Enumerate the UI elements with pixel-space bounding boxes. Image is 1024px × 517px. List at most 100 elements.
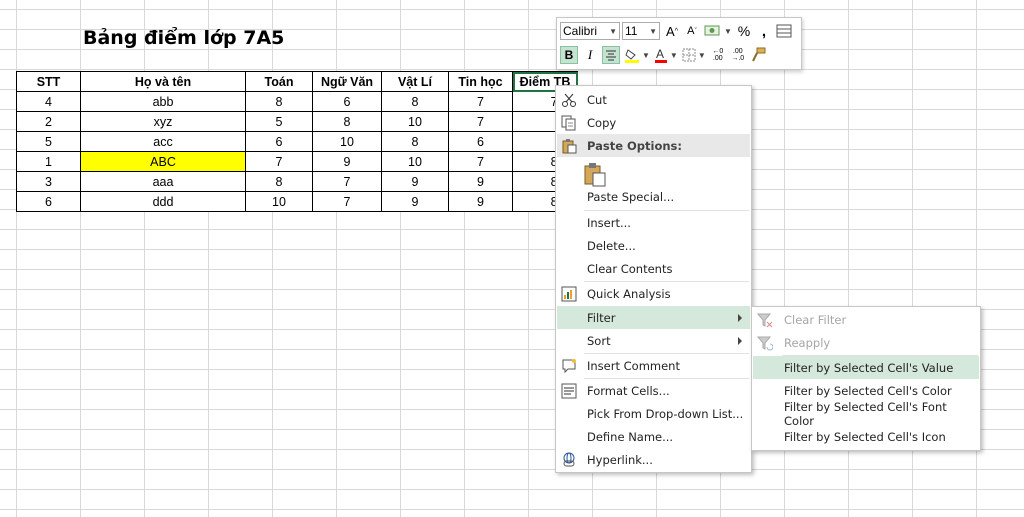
bold-button[interactable]: B (560, 46, 578, 64)
menu-item-copy[interactable]: Copy (557, 111, 750, 134)
paste-options-header: Paste Options: (557, 134, 750, 157)
mini-toolbar-row-1: Calibri ▼ 11 ▼ A ^ Aˇ ▼ % , (560, 21, 792, 41)
menu-item-format-cells[interactable]: Format Cells... (557, 379, 750, 402)
italic-button[interactable]: I (582, 46, 598, 64)
menu-item-filter[interactable]: Filter (557, 306, 750, 329)
paint-bucket-icon (625, 49, 639, 63)
cell[interactable]: 10 (381, 151, 449, 172)
font-name-select[interactable]: Calibri ▼ (560, 22, 620, 40)
cell[interactable]: acc (80, 131, 246, 152)
menu-item-insert[interactable]: Insert... (557, 211, 750, 234)
borders-button[interactable]: ▼ (682, 46, 706, 64)
submenu-item-clear-filter[interactable]: Clear Filter (753, 308, 979, 331)
cell[interactable]: 10 (245, 191, 313, 212)
cell[interactable]: 3 (16, 171, 81, 192)
format-table-button[interactable] (776, 22, 792, 40)
cell[interactable]: 6 (16, 191, 81, 212)
header-informatics[interactable]: Tin học (448, 71, 513, 92)
cell[interactable]: 2 (16, 111, 81, 132)
menu-item-insert-comment[interactable]: Insert Comment (557, 354, 750, 377)
menu-item-pick-from-dropdown[interactable]: Pick From Drop-down List... (557, 402, 750, 425)
cell[interactable]: 6 (312, 91, 382, 112)
cell[interactable]: 7 (448, 91, 513, 112)
cell[interactable]: 9 (381, 171, 449, 192)
format-painter-button[interactable] (750, 46, 766, 64)
submenu-arrow-icon (738, 336, 742, 345)
cell[interactable]: 7 (312, 171, 382, 192)
cell[interactable]: 5 (16, 131, 81, 152)
increase-decimal-button[interactable]: ←0 .00 (710, 46, 726, 64)
cell[interactable]: 8 (381, 131, 449, 152)
increase-decimal-icon: ←0 (712, 48, 724, 55)
cell[interactable]: 9 (448, 171, 513, 192)
menu-item-clear-contents[interactable]: Clear Contents (557, 257, 750, 280)
down-caret-icon: ˇ (694, 27, 697, 35)
cell[interactable]: 4 (16, 91, 81, 112)
cell[interactable]: 7 (448, 151, 513, 172)
cell[interactable]: 8 (381, 91, 449, 112)
header-math[interactable]: Toán (245, 71, 313, 92)
accounting-format-button[interactable]: ▼ (704, 22, 732, 40)
menu-item-sort[interactable]: Sort (557, 329, 750, 352)
cell[interactable]: 9 (312, 151, 382, 172)
cell[interactable]: ddd (80, 191, 246, 212)
cell[interactable]: 7 (312, 191, 382, 212)
highlighted-cell[interactable]: ABC (80, 151, 246, 172)
header-name[interactable]: Họ và tên (80, 71, 246, 92)
menu-item-label: Define Name... (587, 429, 674, 444)
increase-font-size-button[interactable]: A ^ (664, 22, 680, 40)
menu-item-label: Filter (587, 310, 616, 325)
cell[interactable]: 1 (16, 151, 81, 172)
center-align-button[interactable] (602, 46, 620, 64)
menu-item-delete[interactable]: Delete... (557, 234, 750, 257)
comma-icon: , (761, 22, 766, 40)
menu-item-label: Quick Analysis (587, 286, 671, 301)
decrease-font-size-button[interactable]: Aˇ (684, 22, 700, 40)
paste-button[interactable] (584, 163, 606, 187)
cell[interactable]: 8 (245, 171, 313, 192)
menu-item-quick-analysis[interactable]: Quick Analysis (557, 282, 750, 305)
menu-item-label: Delete... (587, 238, 636, 253)
font-size-select[interactable]: 11 ▼ (622, 22, 660, 40)
increase-decimal-icon-lower: .00 (712, 55, 723, 62)
font-color-button[interactable]: A ▼ (654, 46, 678, 64)
menu-item-paste-special[interactable]: Paste Special... (557, 185, 750, 208)
cell[interactable]: 5 (245, 111, 313, 132)
header-stt[interactable]: STT (16, 71, 81, 92)
menu-item-label: Paste Special... (587, 189, 675, 204)
percent-style-button[interactable]: % (736, 22, 752, 40)
cell[interactable]: xyz (80, 111, 246, 132)
menu-item-cut[interactable]: Cut (557, 88, 750, 111)
submenu-item-filter-by-font-color[interactable]: Filter by Selected Cell's Font Color (753, 400, 979, 428)
cell[interactable]: 6 (448, 131, 513, 152)
cell[interactable]: 8 (245, 91, 313, 112)
align-center-icon (606, 50, 616, 61)
fill-color-button[interactable]: ▼ (624, 46, 650, 64)
cell[interactable]: aaa (80, 171, 246, 192)
cell[interactable]: 6 (245, 131, 313, 152)
menu-item-define-name[interactable]: Define Name... (557, 425, 750, 448)
header-physics[interactable]: Vật Lí (381, 71, 449, 92)
menu-item-label: Sort (587, 333, 611, 348)
decrease-decimal-button[interactable]: .00 →.0 (730, 46, 746, 64)
font-color-icon: A (654, 47, 667, 63)
comma-style-button[interactable]: , (756, 22, 772, 40)
submenu-item-filter-by-value[interactable]: Filter by Selected Cell's Value (753, 356, 979, 379)
decrease-decimal-icon-lower: →.0 (731, 55, 745, 62)
cell[interactable]: 10 (312, 131, 382, 152)
chevron-down-icon: ▼ (724, 26, 732, 36)
menu-item-hyperlink[interactable]: Hyperlink... (557, 448, 750, 471)
cell[interactable]: abb (80, 91, 246, 112)
cell[interactable]: 8 (312, 111, 382, 132)
submenu-item-reapply[interactable]: Reapply (753, 331, 979, 354)
header-literature[interactable]: Ngữ Văn (312, 71, 382, 92)
format-cells-icon (560, 382, 578, 400)
grades-table: STT Họ và tên Toán Ngữ Văn Vật Lí Tin họ… (16, 71, 578, 212)
submenu-item-filter-by-icon[interactable]: Filter by Selected Cell's Icon (753, 425, 979, 448)
cell[interactable]: 7 (245, 151, 313, 172)
cell[interactable]: 7 (448, 111, 513, 132)
cell[interactable]: 10 (381, 111, 449, 132)
cell[interactable]: 9 (448, 191, 513, 212)
cell[interactable]: 9 (381, 191, 449, 212)
hyperlink-icon (560, 451, 578, 469)
